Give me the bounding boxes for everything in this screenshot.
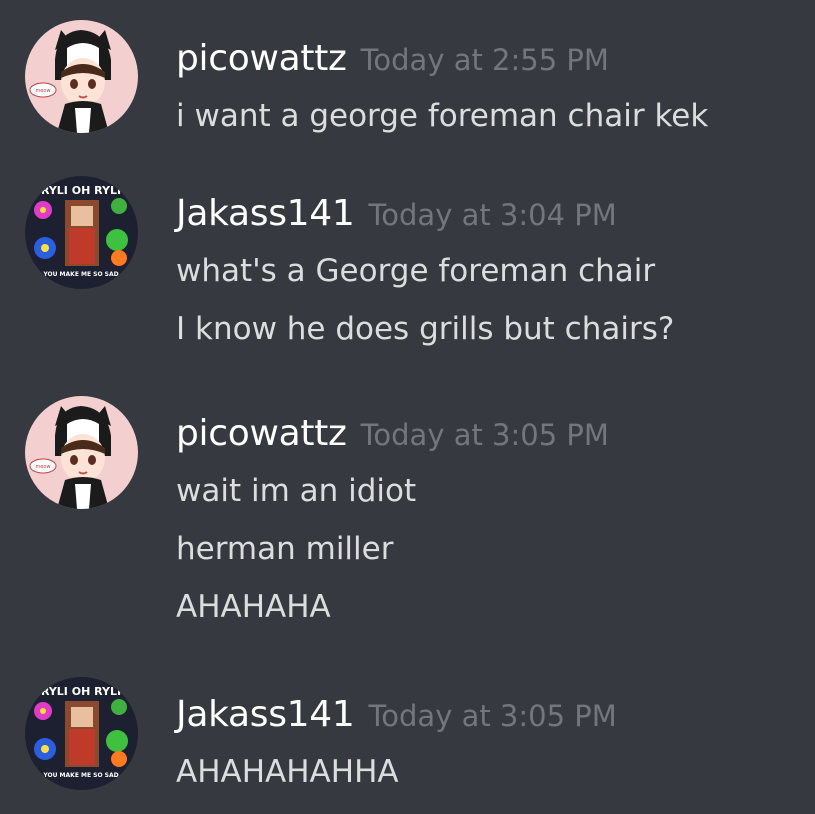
- message-text: what's a George foreman chair: [176, 253, 656, 289]
- message-text: AHAHAHAHHA: [176, 754, 399, 790]
- avatar[interactable]: RYLI OH RYLI YOU MAKE ME SO SAD: [25, 677, 138, 790]
- ryli-bottom-text: YOU MAKE ME SO SAD: [42, 772, 118, 779]
- ryli-top-text: RYLI OH RYLI: [41, 685, 121, 698]
- ryli-bottom-text: YOU MAKE ME SO SAD: [42, 271, 118, 278]
- timestamp: Today at 3:05 PM: [360, 418, 609, 452]
- ryli-flower-icon: RYLI OH RYLI YOU MAKE ME SO SAD: [25, 677, 138, 790]
- bubble-text: meow: [35, 88, 50, 94]
- avatar[interactable]: meow: [25, 20, 138, 133]
- username[interactable]: picowattz: [176, 413, 347, 454]
- avatar[interactable]: meow: [25, 396, 138, 509]
- message-text: i want a george foreman chair kek: [176, 98, 709, 134]
- bubble-text: meow: [35, 464, 50, 470]
- username[interactable]: Jakass141: [176, 193, 355, 234]
- timestamp: Today at 3:05 PM: [368, 699, 617, 733]
- timestamp: Today at 2:55 PM: [360, 43, 609, 77]
- username[interactable]: Jakass141: [176, 694, 355, 735]
- message-text: I know he does grills but chairs?: [176, 311, 675, 347]
- anime-girl-cat-hat-icon: meow: [25, 20, 138, 133]
- ryli-flower-icon: RYLI OH RYLI YOU MAKE ME SO SAD: [25, 176, 138, 289]
- avatar[interactable]: RYLI OH RYLI YOU MAKE ME SO SAD: [25, 176, 138, 289]
- message-text: herman miller: [176, 531, 394, 567]
- message-text: AHAHAHA: [176, 589, 331, 625]
- ryli-top-text: RYLI OH RYLI: [41, 184, 121, 197]
- chat-log: meow picowattz Today at 2:55 PM i want a …: [0, 0, 815, 814]
- anime-girl-cat-hat-icon: meow: [25, 396, 138, 509]
- username[interactable]: picowattz: [176, 38, 347, 79]
- message-text: wait im an idiot: [176, 473, 417, 509]
- timestamp: Today at 3:04 PM: [368, 198, 617, 232]
